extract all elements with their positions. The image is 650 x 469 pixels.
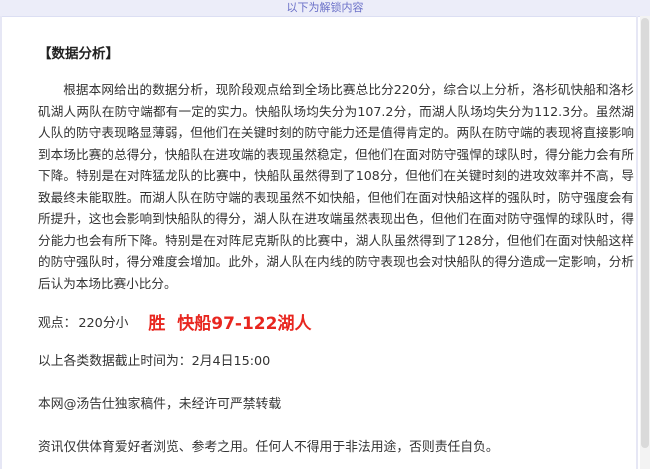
copyright-text: 本网@汤告仕独家稿件，未经许可严禁转载 bbox=[38, 397, 282, 412]
prediction-result: 胜 快船97-122湖人 bbox=[148, 313, 312, 334]
prediction-label: 观点： bbox=[38, 315, 77, 331]
prediction-value: 220分小 bbox=[78, 315, 129, 331]
section-title: 【数据分析】 bbox=[38, 46, 119, 62]
unlock-banner: 以下为解锁内容 bbox=[0, 0, 650, 17]
scrollbar-thumb[interactable] bbox=[641, 18, 649, 448]
data-cutoff-text: 以上各类数据截止时间为：2月4日15:00 bbox=[38, 354, 271, 369]
prediction-row: 观点： 220分小 胜 快船97-122湖人 bbox=[38, 306, 311, 336]
disclaimer-text: 资讯仅供体育爱好者浏览、参考之用。任何人不得用于非法用途，否则责任自负。 bbox=[38, 440, 499, 455]
analysis-paragraph: 根据本网给出的数据分析，现阶段观点给到全场比赛总比分220分，综合以上分析，洛杉… bbox=[38, 82, 634, 291]
